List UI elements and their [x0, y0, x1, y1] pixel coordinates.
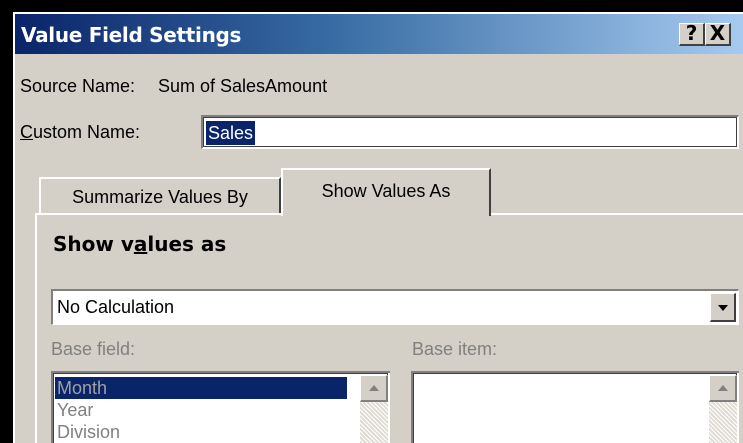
value-field-settings-dialog: Value Field Settings ? X Source Name: Su… — [13, 12, 743, 443]
list-item[interactable]: Division — [55, 421, 120, 443]
custom-name-value: Sales — [206, 121, 256, 145]
base-field-label: Base field: — [51, 339, 136, 359]
chevron-down-icon — [718, 305, 728, 311]
window-title: Value Field Settings — [21, 23, 242, 47]
scrollbar[interactable] — [709, 375, 737, 443]
close-button[interactable]: X — [705, 23, 731, 46]
tab-label: Summarize Values By — [72, 187, 248, 207]
show-values-as-dropdown[interactable]: No Calculation — [51, 289, 739, 325]
title-bar[interactable]: Value Field Settings ? X — [15, 14, 743, 54]
dropdown-button[interactable] — [710, 293, 736, 322]
chevron-up-icon — [718, 385, 728, 391]
source-name-value: Sum of SalesAmount — [158, 76, 328, 96]
tab-label: Show Values As — [321, 181, 451, 201]
scroll-up-button[interactable] — [709, 375, 737, 402]
show-values-as-heading: Show values as — [53, 232, 227, 256]
chevron-up-icon — [369, 385, 379, 391]
tab-show-values-as[interactable]: Show Values As — [281, 168, 491, 216]
source-name-label: Source Name: — [20, 76, 136, 96]
help-button[interactable]: ? — [679, 23, 705, 46]
base-item-label: Base item: — [412, 339, 498, 359]
custom-name-input[interactable]: Sales — [201, 115, 739, 149]
list-item[interactable]: Month — [55, 377, 347, 399]
close-icon: X — [709, 21, 726, 45]
list-item[interactable]: Year — [55, 399, 93, 421]
tab-summarize-values-by[interactable]: Summarize Values By — [39, 177, 281, 215]
scroll-up-button[interactable] — [360, 375, 388, 402]
show-values-as-selected: No Calculation — [57, 297, 175, 317]
scrollbar[interactable] — [360, 375, 388, 443]
base-field-list[interactable]: Month Year Division — [51, 371, 390, 443]
help-icon: ? — [685, 21, 698, 45]
custom-name-label: Custom Name: — [20, 122, 141, 142]
base-item-list[interactable] — [411, 371, 739, 443]
